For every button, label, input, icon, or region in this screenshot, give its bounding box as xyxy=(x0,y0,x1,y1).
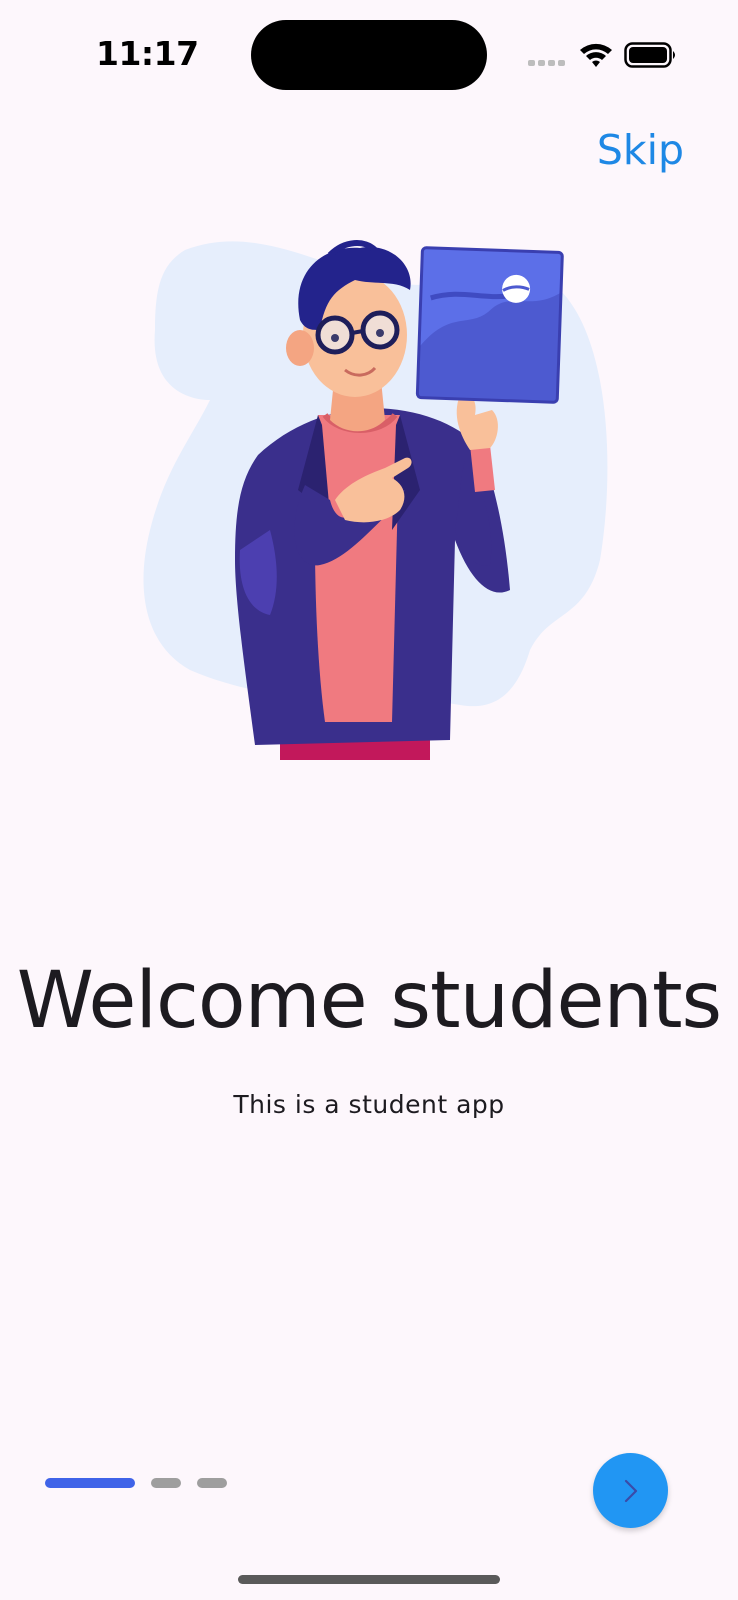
wifi-icon xyxy=(580,43,612,67)
student-illustration xyxy=(143,240,608,760)
skip-button[interactable]: Skip xyxy=(597,126,684,174)
cellular-signal-icon xyxy=(528,60,565,66)
page-indicator xyxy=(45,1478,227,1488)
onboarding-title: Welcome students xyxy=(16,956,722,1046)
battery-icon xyxy=(624,42,675,68)
page-indicator-dot-active[interactable] xyxy=(45,1478,135,1488)
status-time: 11:17 xyxy=(96,34,199,73)
page-indicator-dot[interactable] xyxy=(197,1478,227,1488)
next-button[interactable] xyxy=(593,1453,668,1528)
chevron-right-icon xyxy=(624,1479,637,1502)
page-indicator-dot[interactable] xyxy=(151,1478,181,1488)
status-bar: 11:17 xyxy=(0,0,738,110)
dynamic-island xyxy=(251,20,487,90)
home-indicator[interactable] xyxy=(238,1575,500,1584)
onboarding-subtitle: This is a student app xyxy=(233,1090,505,1119)
